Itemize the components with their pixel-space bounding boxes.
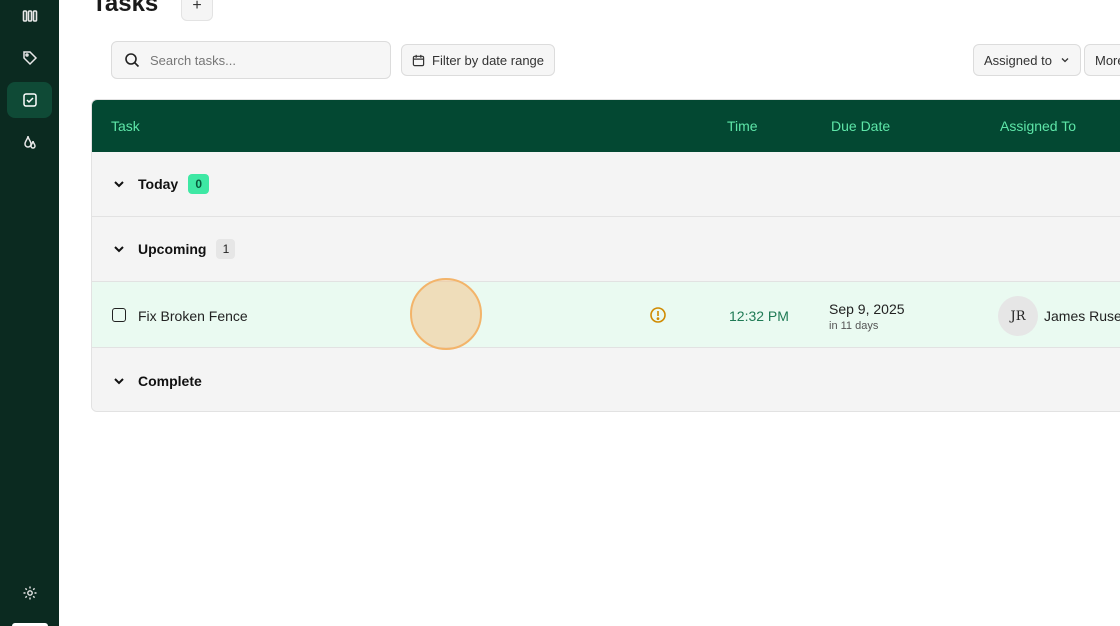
column-header-task[interactable]: Task: [111, 118, 140, 134]
chevron-down-icon: [1061, 58, 1069, 63]
task-due-relative: in 11 days: [829, 320, 879, 332]
column-header-due-date[interactable]: Due Date: [831, 118, 890, 134]
count-badge-upcoming: 1: [216, 239, 236, 259]
sidebar-item-drops[interactable]: [7, 124, 52, 160]
add-task-button[interactable]: +: [181, 0, 213, 21]
assigned-to-label: Assigned to: [984, 52, 1052, 68]
group-label-upcoming: Upcoming: [138, 241, 207, 257]
more-label: More: [1095, 52, 1120, 68]
warning-icon: [650, 307, 666, 323]
tag-icon: [22, 51, 37, 66]
chevron-down-icon[interactable]: [112, 177, 126, 191]
settings-button[interactable]: [7, 575, 52, 611]
sidebar-item-board[interactable]: [7, 0, 52, 34]
sidebar: [0, 0, 59, 626]
table-row[interactable]: Fix Broken Fence 12:32 PM Sep 9, 2025 in…: [92, 282, 1120, 348]
task-due-date: Sep 9, 2025: [829, 301, 905, 317]
count-badge-today: 0: [188, 174, 210, 194]
filter-date-range-label: Filter by date range: [432, 52, 545, 68]
page-title: Tasks: [92, 0, 159, 17]
main-content: Tasks + Filter by date range Assigned to…: [59, 0, 1120, 626]
assigned-to-dropdown[interactable]: Assigned to: [973, 44, 1081, 76]
group-row-upcoming[interactable]: Upcoming 1: [92, 217, 1120, 282]
gear-icon: [23, 586, 36, 600]
board-icon: [22, 10, 37, 22]
sidebar-item-tasks[interactable]: [7, 82, 52, 118]
cursor-indicator: [410, 278, 482, 350]
chevron-down-icon[interactable]: [112, 242, 126, 256]
avatar: JR: [998, 296, 1038, 336]
task-checkbox[interactable]: [112, 308, 126, 322]
calendar-icon: [412, 54, 425, 66]
column-header-assigned-to[interactable]: Assigned To: [1000, 118, 1076, 134]
search-input[interactable]: [150, 52, 370, 68]
search-icon: [125, 53, 140, 68]
chevron-down-icon[interactable]: [112, 374, 126, 388]
sidebar-item-tags[interactable]: [7, 40, 52, 76]
search-box[interactable]: [111, 41, 391, 79]
column-header-time[interactable]: Time: [727, 118, 758, 134]
task-time: 12:32 PM: [729, 308, 789, 324]
tasks-icon: [22, 93, 37, 107]
assignee-name: James Ruse: [1044, 308, 1120, 324]
group-label-today: Today: [138, 176, 179, 192]
more-button[interactable]: More: [1084, 44, 1120, 76]
filter-date-range-button[interactable]: Filter by date range: [401, 44, 556, 76]
task-name[interactable]: Fix Broken Fence: [138, 308, 248, 324]
group-row-complete[interactable]: Complete: [92, 348, 1120, 411]
table-header: Task Time Due Date Assigned To: [92, 100, 1120, 152]
tasks-table: Task Time Due Date Assigned To Today 0 U…: [91, 99, 1120, 412]
group-row-today[interactable]: Today 0: [92, 152, 1120, 217]
drop-icon: [23, 135, 36, 149]
group-label-complete: Complete: [138, 372, 202, 389]
